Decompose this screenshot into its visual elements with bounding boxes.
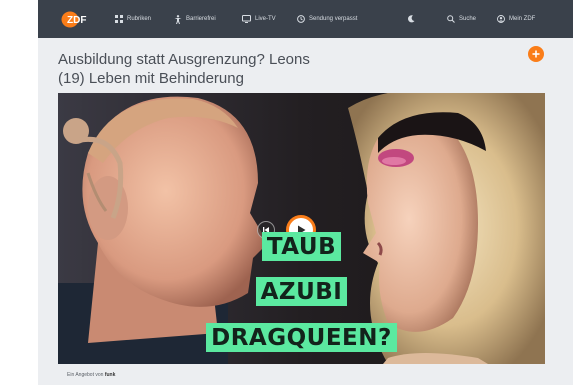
page-title-line-2: (19) Leben mit Behinderung [58, 70, 244, 87]
page-title: Ausbildung statt Ausgrenzung? Leons (19)… [58, 50, 378, 88]
user-icon [497, 15, 505, 23]
moon-icon [408, 15, 415, 23]
video-caption-line-1: TAUB [58, 232, 545, 261]
video-player[interactable]: TAUB AZUBI DRAGQUEEN? [58, 93, 545, 364]
caption-text-2: AZUBI [255, 277, 348, 306]
top-navigation-bar: ZDF Rubriken Barrierefrei Live-TV Sendun… [38, 0, 573, 38]
tv-icon [242, 15, 251, 23]
nav-rubriken[interactable]: Rubriken [115, 0, 151, 38]
caption-text-1: TAUB [261, 232, 342, 261]
clock-icon [297, 15, 305, 23]
offered-by-note: Ein Angebot von funk [67, 372, 115, 378]
nav-mein-zdf[interactable]: Mein ZDF [497, 0, 535, 38]
zdf-logo-icon: ZDF [61, 11, 86, 28]
nav-barrierefrei-label: Barrierefrei [186, 16, 216, 22]
accessibility-icon [174, 14, 182, 24]
nav-sendung-verpasst[interactable]: Sendung verpasst [297, 0, 357, 38]
nav-barrierefrei[interactable]: Barrierefrei [174, 0, 216, 38]
nav-suche-label: Suche [459, 16, 477, 22]
plus-icon [532, 50, 540, 58]
nav-suche[interactable]: Suche [447, 0, 476, 38]
page-title-line-1: Ausbildung statt Ausgrenzung? Leons [58, 51, 310, 68]
search-icon [447, 15, 455, 23]
nav-mein-zdf-label: Mein ZDF [509, 16, 536, 22]
video-caption-line-3: DRAGQUEEN? [58, 323, 545, 352]
nav-live-tv[interactable]: Live-TV [242, 0, 276, 38]
offered-by-prefix: Ein Angebot von [67, 372, 104, 378]
caption-text-3: DRAGQUEEN? [206, 323, 397, 352]
svg-text:ZDF: ZDF [67, 15, 86, 26]
nav-live-tv-label: Live-TV [255, 16, 276, 22]
nav-rubriken-label: Rubriken [127, 16, 152, 22]
grid-icon [115, 15, 123, 23]
zdf-logo[interactable]: ZDF [61, 11, 93, 28]
funk-brand-link[interactable]: funk [105, 372, 116, 378]
video-caption-line-2: AZUBI [58, 277, 545, 306]
nav-sendung-verpasst-label: Sendung verpasst [309, 16, 358, 22]
add-to-list-button[interactable] [528, 46, 544, 62]
dark-mode-toggle[interactable] [408, 0, 415, 38]
